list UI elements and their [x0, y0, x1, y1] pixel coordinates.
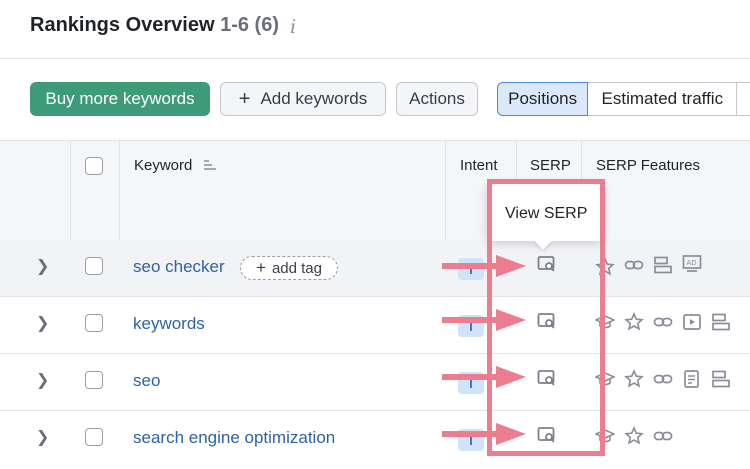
view-toggle: Positions Estimated traffic — [497, 82, 750, 116]
info-icon[interactable]: i — [290, 16, 296, 38]
star-icon — [624, 426, 644, 446]
sort-icon[interactable] — [203, 158, 217, 175]
row-checkbox[interactable] — [85, 314, 103, 332]
keyword-link[interactable]: keywords — [133, 314, 205, 334]
expand-chevron-icon[interactable]: ❯ — [36, 370, 49, 390]
column-header-serp[interactable]: SERP — [530, 157, 571, 174]
ads-icon: AD — [682, 254, 702, 274]
add-tag-button[interactable]: + add tag — [240, 256, 338, 280]
keyword-link[interactable]: search engine optimization — [133, 428, 335, 448]
link-icon — [624, 255, 644, 275]
news-icon — [682, 369, 702, 389]
title-range: 1-6 (6) — [220, 14, 279, 36]
video-icon — [682, 312, 702, 332]
select-all-checkbox[interactable] — [85, 157, 103, 175]
keyword-link[interactable]: seo — [133, 371, 160, 391]
table-row[interactable]: ❯ search engine optimization — [0, 411, 750, 467]
row-checkbox[interactable] — [85, 428, 103, 446]
star-icon — [624, 369, 644, 389]
tab-more[interactable] — [737, 82, 750, 116]
expand-chevron-icon[interactable]: ❯ — [36, 256, 49, 276]
plus-icon: + — [238, 87, 251, 110]
column-header-keyword[interactable]: Keyword — [134, 157, 217, 175]
link-icon — [653, 369, 673, 389]
column-divider — [70, 140, 71, 240]
tab-estimated-traffic[interactable]: Estimated traffic — [588, 82, 738, 116]
link-icon — [653, 426, 673, 446]
annotation-arrow-icon — [442, 255, 526, 277]
actions-button[interactable]: Actions — [396, 82, 478, 116]
annotation-arrow-icon — [442, 423, 526, 445]
plus-icon: + — [256, 258, 266, 277]
column-keyword-label: Keyword — [134, 157, 193, 174]
keyword-link[interactable]: seo checker — [133, 257, 225, 277]
table-row[interactable]: ❯ seo checker + add tag AD — [0, 240, 750, 297]
expand-chevron-icon[interactable]: ❯ — [36, 313, 49, 333]
svg-text:AD: AD — [687, 259, 697, 267]
title-text: Rankings Overview — [30, 14, 215, 36]
add-tag-label: add tag — [271, 259, 322, 277]
column-header-serp-features[interactable]: SERP Features — [596, 157, 700, 174]
column-divider — [119, 140, 120, 240]
page-title: Rankings Overview 1-6 (6) — [30, 14, 279, 37]
link-icon — [653, 312, 673, 332]
list-icon — [653, 255, 673, 275]
add-keywords-button[interactable]: + Add keywords — [220, 82, 386, 116]
table-row[interactable]: ❯ keywords — [0, 297, 750, 354]
page-header: Rankings Overview 1-6 (6) i — [0, 0, 750, 59]
list-icon — [711, 312, 731, 332]
star-icon — [624, 312, 644, 332]
table-header — [0, 140, 750, 241]
tab-positions[interactable]: Positions — [497, 82, 589, 116]
expand-chevron-icon[interactable]: ❯ — [36, 427, 49, 447]
buy-more-keywords-button[interactable]: Buy more keywords — [30, 82, 210, 116]
table-row[interactable]: ❯ seo — [0, 354, 750, 411]
column-header-intent[interactable]: Intent — [460, 157, 498, 174]
add-keywords-label: Add keywords — [260, 89, 368, 108]
row-checkbox[interactable] — [85, 371, 103, 389]
list-icon — [711, 369, 731, 389]
row-checkbox[interactable] — [85, 257, 103, 275]
annotation-arrow-icon — [442, 309, 526, 331]
column-divider — [445, 140, 446, 240]
annotation-arrow-icon — [442, 366, 526, 388]
